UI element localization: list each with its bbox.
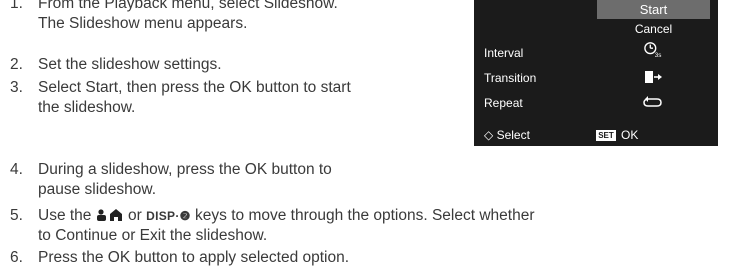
step-number: 5.	[10, 207, 23, 224]
step-number: 2.	[10, 56, 23, 73]
disp-key-label: DISP·❷	[146, 209, 191, 223]
step-number: 4.	[10, 161, 23, 178]
step-text: During a slideshow, press the OK button …	[38, 161, 332, 178]
step-text-pre: Use the	[38, 207, 92, 224]
interval-label[interactable]: Interval	[484, 46, 523, 60]
repeat-label[interactable]: Repeat	[484, 96, 523, 110]
transition-label[interactable]: Transition	[484, 71, 536, 85]
left-right-keys-icon	[96, 209, 122, 221]
footer-select: ◇ Select	[484, 128, 530, 142]
step-text: Press the OK button to apply selected op…	[38, 249, 350, 266]
select-label: Select	[496, 128, 530, 142]
slideshow-menu-screen: Start Cancel Interval 3s Transition Repe…	[474, 0, 718, 146]
ok-label: OK	[621, 128, 639, 142]
step-number: 3.	[10, 79, 23, 96]
cancel-option[interactable]: Cancel	[597, 20, 710, 38]
select-arrows-icon: ◇	[484, 128, 494, 142]
svg-text:3s: 3s	[655, 52, 662, 59]
screen-footer: ◇ Select SET OK	[474, 126, 718, 146]
step-text: pause slideshow.	[38, 181, 157, 198]
step-text: From the Playback menu, select Slideshow…	[38, 0, 338, 12]
timer-3s-icon[interactable]: 3s	[636, 41, 670, 59]
set-button-icon: SET	[596, 130, 616, 141]
step-text: to Continue or Exit the slideshow.	[38, 227, 268, 244]
step-number: 6.	[10, 249, 23, 266]
start-option[interactable]: Start	[597, 0, 710, 19]
step-text: The Slideshow menu appears.	[38, 15, 248, 32]
step-text-mid: or	[128, 207, 142, 224]
step-text-post: keys to move through the options. Select…	[195, 207, 535, 224]
transition-icon[interactable]	[636, 68, 670, 86]
step-text: Set the slideshow settings.	[38, 56, 222, 73]
step-text: the slideshow.	[38, 99, 136, 116]
step-text: Use the or DISP·❷ keys to move through t…	[38, 206, 535, 226]
step-number: 1.	[10, 0, 23, 12]
repeat-icon[interactable]	[636, 93, 670, 111]
step-text: Select Start, then press the OK button t…	[38, 79, 351, 96]
